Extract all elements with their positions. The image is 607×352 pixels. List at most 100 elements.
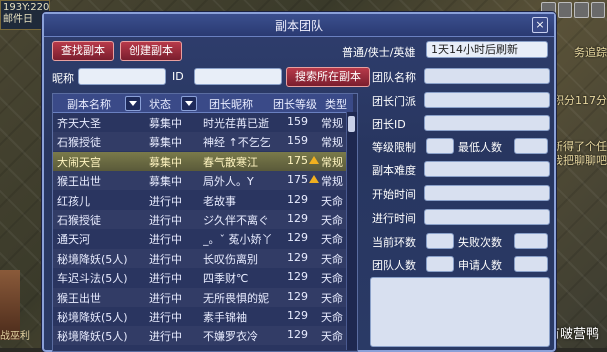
applicants-field — [514, 256, 548, 272]
task-tracking-text[interactable]: 务追踪 — [574, 44, 607, 60]
cell-level: 129 — [287, 309, 308, 322]
table-row[interactable]: 猴王出世 募集中 局外人。Y 175 常规 — [53, 171, 353, 191]
chat-line-2: 我把聊聊吧 — [552, 154, 607, 167]
table-row[interactable]: 石猴授徒 募集中 神经 ↑不乞乞 159 常规 — [53, 132, 353, 152]
level-limit-field — [426, 138, 454, 154]
window-title: 副本团队 — [274, 19, 323, 33]
cell-leader: _。ˇ 菟小娇丫 — [203, 233, 273, 247]
leader-sect-label: 团长门派 — [372, 95, 416, 108]
table-row[interactable]: 秘境降妖(5人) 进行中 素手锦袖 129 天命 — [53, 307, 353, 326]
table-row[interactable]: 车迟斗法(5人) 进行中 四季财℃ 129 天命 — [53, 268, 353, 287]
search-dungeon-button[interactable]: 搜索所在副本 — [286, 67, 370, 87]
current-round-label: 当前环数 — [372, 236, 416, 249]
difficulty-label: 副本难度 — [372, 164, 416, 177]
cell-name: 秘境降妖(5人) — [57, 330, 128, 344]
cell-name: 猴王出世 — [57, 291, 101, 305]
refresh-time-field: 1天14小时后刷新 — [426, 41, 548, 58]
leader-id-label: 团长ID — [372, 118, 406, 131]
find-dungeon-button[interactable]: 查找副本 — [52, 41, 114, 61]
team-count-label: 团队人数 — [372, 259, 416, 272]
header-leader: 团长昵称 — [209, 98, 253, 111]
cell-name: 大闹天宫 — [57, 155, 101, 169]
cell-status: 进行中 — [149, 252, 182, 266]
cell-level: 129 — [287, 192, 308, 206]
team-name-label: 团队名称 — [372, 71, 416, 84]
description-box — [370, 277, 550, 347]
cell-leader: 时光荏苒已逝 — [203, 117, 269, 130]
cell-name: 齐天大圣 — [57, 117, 101, 130]
cell-status: 进行中 — [149, 233, 182, 247]
progress-time-field — [424, 209, 550, 225]
list-scrollbar[interactable] — [346, 112, 357, 350]
cell-name: 通天河 — [57, 233, 90, 247]
start-time-field — [424, 185, 550, 201]
dungeon-list: 副本名称 状态 团长昵称 团长等级 类型 齐天大圣 募集中 时光荏苒已逝 159 常规石… — [52, 93, 358, 352]
settings-icon[interactable] — [590, 2, 605, 18]
team-name-field — [424, 68, 550, 84]
min-people-field — [514, 138, 548, 154]
current-round-field — [426, 233, 454, 249]
table-row[interactable]: 红孩儿 进行中 老故事 129 天命 — [53, 191, 353, 210]
table-row[interactable]: 秘境降妖(5人) 进行中 不嫌罗衣冷 129 天命 — [53, 326, 353, 346]
cell-level: 175 — [287, 153, 308, 167]
cell-leader: 四季财℃ — [203, 272, 249, 286]
cell-name: 石猴授徒 — [57, 214, 101, 227]
leader-sect-field — [424, 92, 550, 108]
cell-level: 129 — [287, 212, 308, 225]
cell-status: 进行中 — [149, 311, 182, 324]
table-row[interactable]: 齐天大圣 募集中 时光荏苒已逝 159 常规 — [53, 113, 353, 132]
cell-level: 175 — [287, 173, 308, 187]
cell-leader: ジ久伴不离ぐ — [203, 214, 269, 227]
header-type: 类型 — [325, 98, 347, 111]
cell-level: 129 — [287, 289, 308, 303]
nickname-label: 昵称 — [52, 72, 74, 85]
fail-count-field — [514, 233, 548, 249]
cell-leader: 神经 ↑不乞乞 — [203, 136, 271, 150]
table-row[interactable]: 石猴授徒 进行中 ジ久伴不离ぐ 129 天命 — [53, 210, 353, 229]
table-row[interactable]: 通天河 进行中 _。ˇ 菟小娇丫 129 天命 — [53, 229, 353, 248]
cell-leader: 局外人。Y — [203, 175, 254, 189]
map-icon[interactable] — [557, 2, 572, 18]
level-limit-label: 等级限制 — [372, 141, 416, 154]
menu-icon[interactable] — [574, 2, 589, 18]
cell-status: 进行中 — [149, 194, 182, 208]
cell-leader: 不嫌罗衣冷 — [203, 330, 258, 344]
cell-name: 石猴授徒 — [57, 136, 101, 150]
cell-status: 进行中 — [149, 291, 182, 305]
leader-id-field — [424, 115, 550, 131]
sort-name-icon[interactable] — [125, 96, 141, 111]
table-row[interactable]: 大闹天宫 募集中 春气散寒江 175 常规 — [53, 151, 353, 171]
cell-status: 进行中 — [149, 214, 182, 227]
cell-name: 秘境降妖(5人) — [57, 311, 128, 324]
create-dungeon-button[interactable]: 创建副本 — [120, 41, 182, 61]
cell-level: 129 — [287, 231, 308, 245]
sort-status-icon[interactable] — [181, 96, 197, 111]
start-time-label: 开始时间 — [372, 188, 416, 201]
cell-status: 进行中 — [149, 330, 182, 344]
cell-level: 129 — [287, 250, 308, 264]
cell-name: 车迟斗法(5人) — [57, 272, 128, 286]
cell-status: 募集中 — [149, 136, 182, 150]
team-count-field — [426, 256, 454, 272]
cell-level: 159 — [287, 134, 308, 148]
table-row[interactable]: 秘境降妖(5人) 进行中 长叹伤离别 129 天命 — [53, 248, 353, 268]
window-titlebar[interactable]: 副本团队 × — [44, 14, 554, 37]
level-up-icon — [309, 175, 319, 185]
level-up-icon — [309, 155, 319, 166]
table-row[interactable]: 猴王出世 进行中 无所畏惧的妮 129 天命 — [53, 287, 353, 307]
scrollbar-thumb[interactable] — [348, 116, 355, 132]
difficulty-field — [424, 161, 550, 177]
cell-level: 129 — [287, 270, 308, 284]
mode-label: 普通/侠士/英雄 — [342, 46, 416, 59]
cell-name: 秘境降妖(5人) — [57, 252, 128, 266]
cell-status: 进行中 — [149, 272, 182, 286]
cell-status: 募集中 — [149, 117, 182, 130]
cell-status: 募集中 — [149, 155, 182, 169]
cell-leader: 老故事 — [203, 194, 236, 208]
cell-leader: 素手锦袖 — [203, 311, 247, 324]
nickname-input[interactable] — [78, 68, 166, 85]
close-button[interactable]: × — [532, 17, 548, 33]
id-input[interactable] — [194, 68, 282, 85]
id-label: ID — [172, 70, 184, 83]
mail-label[interactable]: 邮件日 — [3, 14, 47, 26]
